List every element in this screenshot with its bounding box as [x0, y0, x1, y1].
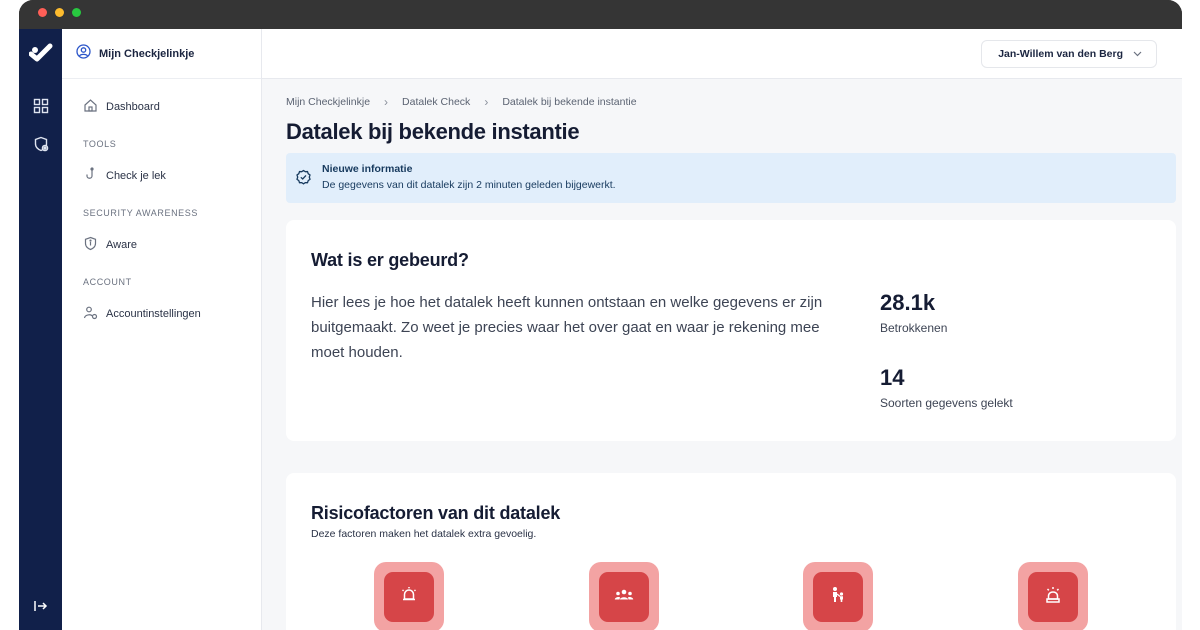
- risk-factor-siren[interactable]: [1018, 562, 1088, 630]
- risk-factor-group[interactable]: [589, 562, 659, 630]
- sidebar-header[interactable]: Mijn Checkjelinkje: [62, 29, 261, 79]
- card-title: Risicofactoren van dit datalek: [311, 503, 561, 523]
- stat-label: Betrokkenen: [880, 321, 948, 335]
- risk-factors-card: Risicofactoren van dit datalek Deze fact…: [286, 473, 1176, 630]
- people-group-icon: [613, 585, 635, 610]
- home-icon: [83, 98, 98, 116]
- sidebar-item-label: Check je lek: [106, 170, 166, 182]
- card-description: Hier lees je hoe het datalek heeft kunne…: [311, 294, 823, 361]
- sidebar-item-label: Aware: [106, 239, 137, 251]
- shield-gear-icon[interactable]: [29, 132, 53, 156]
- chevron-down-icon: [1133, 48, 1142, 60]
- alert-text: De gegevens van dit datalek zijn 2 minut…: [322, 179, 616, 191]
- stat-value: 14: [880, 365, 905, 390]
- risk-factor-child[interactable]: [803, 562, 873, 630]
- sidebar-item-accountinstellingen[interactable]: Accountinstellingen: [83, 305, 201, 323]
- sidebar-header-label: Mijn Checkjelinkje: [99, 47, 195, 60]
- page-title: Datalek bij bekende instantie: [286, 119, 580, 144]
- top-bar: Jan-Willem van den Berg: [262, 29, 1182, 79]
- sidebar-item-label: Dashboard: [106, 101, 160, 113]
- chevron-right-icon: ›: [484, 95, 489, 109]
- user-menu-button[interactable]: Jan-Willem van den Berg: [981, 40, 1157, 68]
- alert-title: Nieuwe informatie: [322, 163, 413, 175]
- info-alert: Nieuwe informatie De gegevens van dit da…: [286, 153, 1176, 203]
- parent-child-icon: [828, 585, 848, 610]
- main-content: Mijn Checkjelinkje › Datalek Check › Dat…: [262, 79, 1182, 630]
- hook-icon: [83, 167, 98, 185]
- dashboard-grid-icon[interactable]: [29, 94, 53, 118]
- badge-check-icon: [295, 169, 312, 191]
- what-happened-card: Wat is er gebeurd? Hier lees je hoe het …: [286, 220, 1176, 441]
- sidebar-item-dashboard[interactable]: Dashboard: [83, 98, 160, 116]
- section-account: ACCOUNT: [83, 277, 132, 287]
- stat-soorten-gegevens: 14 Soorten gegevens gelekt: [880, 365, 1013, 410]
- breadcrumb: Mijn Checkjelinkje › Datalek Check › Dat…: [286, 95, 637, 109]
- close-window-button[interactable]: [38, 8, 47, 17]
- risk-factor-alarm[interactable]: [374, 562, 444, 630]
- chevron-right-icon: ›: [384, 95, 389, 109]
- siren-icon: [1043, 585, 1063, 610]
- user-circle-icon: [76, 43, 91, 64]
- zoom-window-button[interactable]: [72, 8, 81, 17]
- app-window: Mijn Checkjelinkje Dashboard TOOLS Check…: [19, 0, 1182, 630]
- breadcrumb-item-home[interactable]: Mijn Checkjelinkje: [286, 96, 370, 108]
- user-settings-icon: [83, 305, 98, 323]
- checkmark-logo-icon[interactable]: [29, 41, 53, 65]
- stat-value: 28.1k: [880, 290, 936, 315]
- sidebar-item-label: Accountinstellingen: [106, 308, 201, 320]
- stat-label: Soorten gegevens gelekt: [880, 396, 1013, 410]
- minimize-window-button[interactable]: [55, 8, 64, 17]
- app: Mijn Checkjelinkje Dashboard TOOLS Check…: [19, 29, 1182, 630]
- user-name: Jan-Willem van den Berg: [998, 48, 1123, 60]
- sidebar-item-aware[interactable]: Aware: [83, 236, 137, 254]
- icon-rail: [19, 29, 62, 630]
- breadcrumb-item-datalek-check[interactable]: Datalek Check: [402, 96, 470, 108]
- card-title: Wat is er gebeurd?: [311, 250, 469, 270]
- collapse-arrow-icon[interactable]: [29, 594, 53, 618]
- shield-info-icon: [83, 236, 98, 254]
- stat-betrokkenen: 28.1k Betrokkenen: [880, 290, 947, 335]
- card-subtitle: Deze factoren maken het datalek extra ge…: [311, 528, 537, 540]
- sidebar-item-check[interactable]: Check je lek: [83, 167, 166, 185]
- section-tools: TOOLS: [83, 139, 117, 149]
- alarm-bell-icon: [399, 585, 419, 610]
- breadcrumb-item-current: Datalek bij bekende instantie: [502, 96, 637, 108]
- section-security-awareness: SECURITY AWARENESS: [83, 208, 198, 218]
- title-bar: [19, 0, 1182, 29]
- sidebar: Mijn Checkjelinkje Dashboard TOOLS Check…: [62, 29, 262, 630]
